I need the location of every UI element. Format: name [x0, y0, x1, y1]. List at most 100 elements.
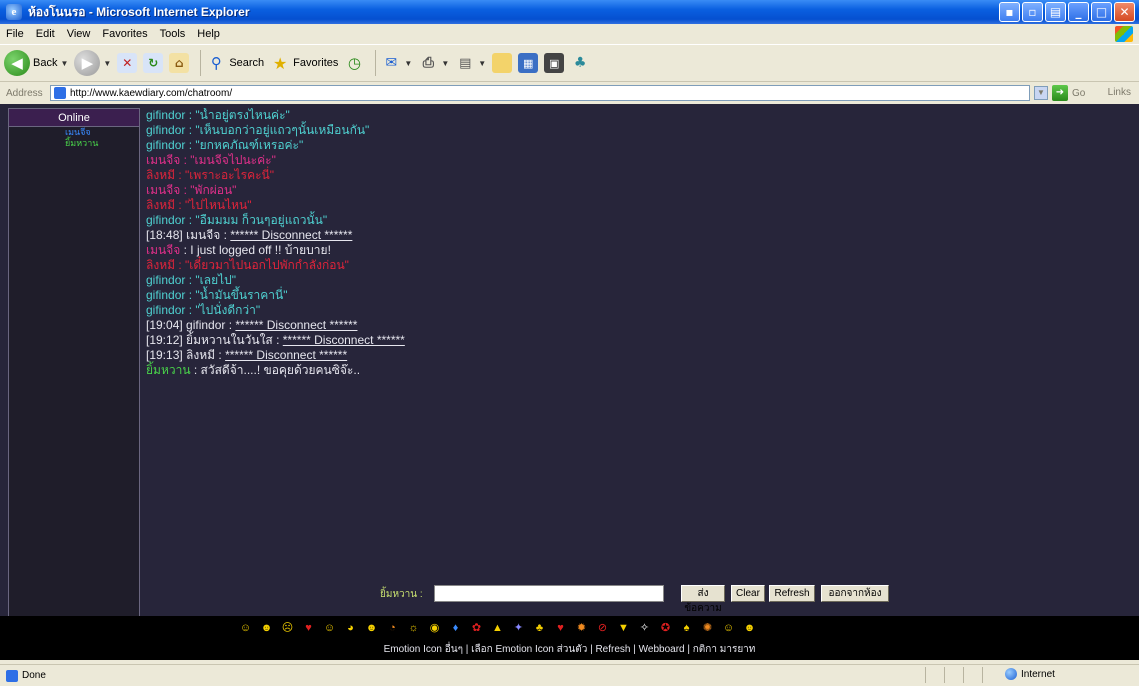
chat-message: เมนจีจ : I just logged off !! บ้ายบาย!: [146, 243, 1136, 258]
media-icon[interactable]: ▣: [544, 53, 565, 73]
menu-edit[interactable]: Edit: [36, 28, 55, 40]
menu-view[interactable]: View: [67, 28, 91, 40]
emoticon-icon[interactable]: ✹: [573, 620, 590, 637]
edit-icon[interactable]: ▤: [455, 53, 475, 73]
message-sender[interactable]: gifindor: [146, 288, 185, 302]
message-sender[interactable]: เมนจีจ: [146, 243, 180, 257]
chat-message: ลิงหมี : "ไปไหนไหน": [146, 198, 1136, 213]
messenger-icon[interactable]: ♣: [570, 53, 590, 73]
links-label[interactable]: Links: [1108, 87, 1131, 98]
message-text: : "น้ำอยู่ตรงไหนค่ะ": [185, 108, 290, 122]
message-prefix: [19:04] gifindor :: [146, 318, 236, 332]
message-sender[interactable]: ยิ้มหวาน: [146, 363, 191, 377]
message-sender[interactable]: เมนจีจ: [146, 183, 180, 197]
clear-button[interactable]: Clear: [731, 585, 765, 602]
message-input-bar: ยิ้มหวาน : ส่งข้อความ Clear Refresh ออกจ…: [146, 582, 1139, 614]
taskbar-extra-icon[interactable]: ▫: [1022, 2, 1043, 22]
emoticon-icon[interactable]: ✿: [468, 620, 485, 637]
back-button[interactable]: ◀ Back ▼: [4, 50, 68, 76]
emoticon-icon[interactable]: ☼: [405, 620, 422, 637]
address-input[interactable]: http://www.kaewdiary.com/chatroom/: [50, 85, 1030, 101]
print-icon[interactable]: ⎙: [418, 53, 438, 73]
emoticon-icon[interactable]: ♥: [300, 620, 317, 637]
message-input[interactable]: [434, 585, 664, 602]
emoticon-icon[interactable]: ♥: [552, 620, 569, 637]
emoticon-icon[interactable]: ✪: [657, 620, 674, 637]
menu-file[interactable]: File: [6, 28, 24, 40]
address-dropdown-icon[interactable]: ▼: [1034, 86, 1048, 100]
message-sender[interactable]: gifindor: [146, 123, 185, 137]
emoticon-icon[interactable]: ▼: [615, 620, 632, 637]
address-label: Address: [6, 87, 43, 99]
message-sender[interactable]: gifindor: [146, 213, 185, 227]
message-text: : "พักผ่อน": [180, 183, 237, 197]
emoticon-icon[interactable]: ✦: [510, 620, 527, 637]
emoticon-icon[interactable]: ♣: [531, 620, 548, 637]
message-text: : "น้ำมันขึ้นราคานี่": [185, 288, 288, 302]
minimize-button[interactable]: _: [1068, 2, 1089, 22]
emoticon-icon[interactable]: ☺: [720, 620, 737, 637]
emoticon-icon[interactable]: ☻: [363, 620, 380, 637]
emoticon-icon[interactable]: ☺: [321, 620, 338, 637]
emoticon-icon[interactable]: ☻: [741, 620, 758, 637]
search-button[interactable]: ⚲ Search: [206, 53, 264, 73]
emoticon-icon[interactable]: ◉: [426, 620, 443, 637]
taskbar-extra-icon[interactable]: ▪: [999, 2, 1020, 22]
send-button[interactable]: ส่งข้อความ: [681, 585, 725, 614]
leave-room-button[interactable]: ออกจากห้อง: [821, 585, 889, 602]
message-sender[interactable]: gifindor: [146, 138, 185, 152]
emoticon-icon[interactable]: ♦: [447, 620, 464, 637]
emoticon-icon[interactable]: ♠: [678, 620, 695, 637]
refresh-button[interactable]: Refresh: [769, 585, 815, 602]
emoticon-icon[interactable]: ✧: [636, 620, 653, 637]
go-arrow-icon[interactable]: ➜: [1052, 85, 1068, 101]
emoticon-icon[interactable]: ☻: [258, 620, 275, 637]
message-text: : "ไปไหนไหน": [175, 198, 252, 212]
go-button[interactable]: Go: [1072, 88, 1085, 99]
menu-favorites[interactable]: Favorites: [102, 28, 147, 40]
emoticon-icon[interactable]: ▲: [489, 620, 506, 637]
emoticon-icon[interactable]: ◕: [342, 620, 359, 637]
message-sender[interactable]: เมนจีจ: [146, 153, 180, 167]
chat-message: gifindor : "ยกหคภัณฑ์เหรอค่ะ": [146, 138, 1136, 153]
message-sender[interactable]: ลิงหมี: [146, 198, 175, 212]
menu-tools[interactable]: Tools: [160, 28, 186, 40]
toolbar-separator: [375, 50, 377, 76]
emoticon-links[interactable]: Emotion Icon อื่นๆ | เลือก Emotion Icon …: [0, 642, 1139, 657]
disconnect-notice: ****** Disconnect ******: [225, 348, 348, 362]
folder-icon[interactable]: [492, 53, 513, 73]
online-user[interactable]: เมนจีจ: [9, 127, 139, 138]
taskbar-extra-icon[interactable]: ▤: [1045, 2, 1066, 22]
message-sender[interactable]: ลิงหมี: [146, 168, 175, 182]
chevron-down-icon: ▼: [478, 58, 487, 68]
stop-icon[interactable]: ✕: [117, 53, 138, 73]
mail-icon[interactable]: ✉: [381, 53, 401, 73]
refresh-icon[interactable]: ↻: [143, 53, 164, 73]
chatroom-page: Online เมนจีจ ยิ้มหวาน gifindor : "น้ำอยู…: [0, 104, 1139, 660]
message-sender[interactable]: gifindor: [146, 303, 185, 317]
history-icon[interactable]: ◷: [344, 53, 364, 73]
emoticon-icon[interactable]: ✺: [699, 620, 716, 637]
message-text: : I just logged off !! บ้ายบาย!: [180, 243, 331, 257]
message-text: : "อืมมมม ก็วนๆอยู่แถวนั้น": [185, 213, 328, 227]
online-title: Online: [9, 109, 139, 127]
emoticon-icon[interactable]: ☺: [237, 620, 254, 637]
emoticon-icon[interactable]: ⊘: [594, 620, 611, 637]
message-sender[interactable]: gifindor: [146, 108, 185, 122]
close-button[interactable]: ✕: [1114, 2, 1135, 22]
research-icon[interactable]: ▦: [518, 53, 539, 73]
forward-button[interactable]: ▶ ▼: [74, 50, 111, 76]
menu-help[interactable]: Help: [197, 28, 220, 40]
maximize-button[interactable]: □: [1091, 2, 1112, 22]
message-sender[interactable]: ลิงหมี: [146, 258, 175, 272]
online-user[interactable]: ยิ้มหวาน: [9, 138, 139, 149]
forward-arrow-icon: ▶: [74, 50, 101, 76]
favorites-button[interactable]: ★ Favorites: [270, 53, 338, 73]
message-prefix: [18:48] เมนจีจ :: [146, 228, 231, 242]
emoticon-icon[interactable]: ◔: [384, 620, 401, 637]
home-icon[interactable]: ⌂: [169, 53, 190, 73]
title-bar: e ห้องโนนรอ - Microsoft Internet Explore…: [0, 0, 1139, 24]
emoticon-icon[interactable]: ☹: [279, 620, 296, 637]
message-sender[interactable]: gifindor: [146, 273, 185, 287]
chat-message: gifindor : "เลยไป": [146, 273, 1136, 288]
